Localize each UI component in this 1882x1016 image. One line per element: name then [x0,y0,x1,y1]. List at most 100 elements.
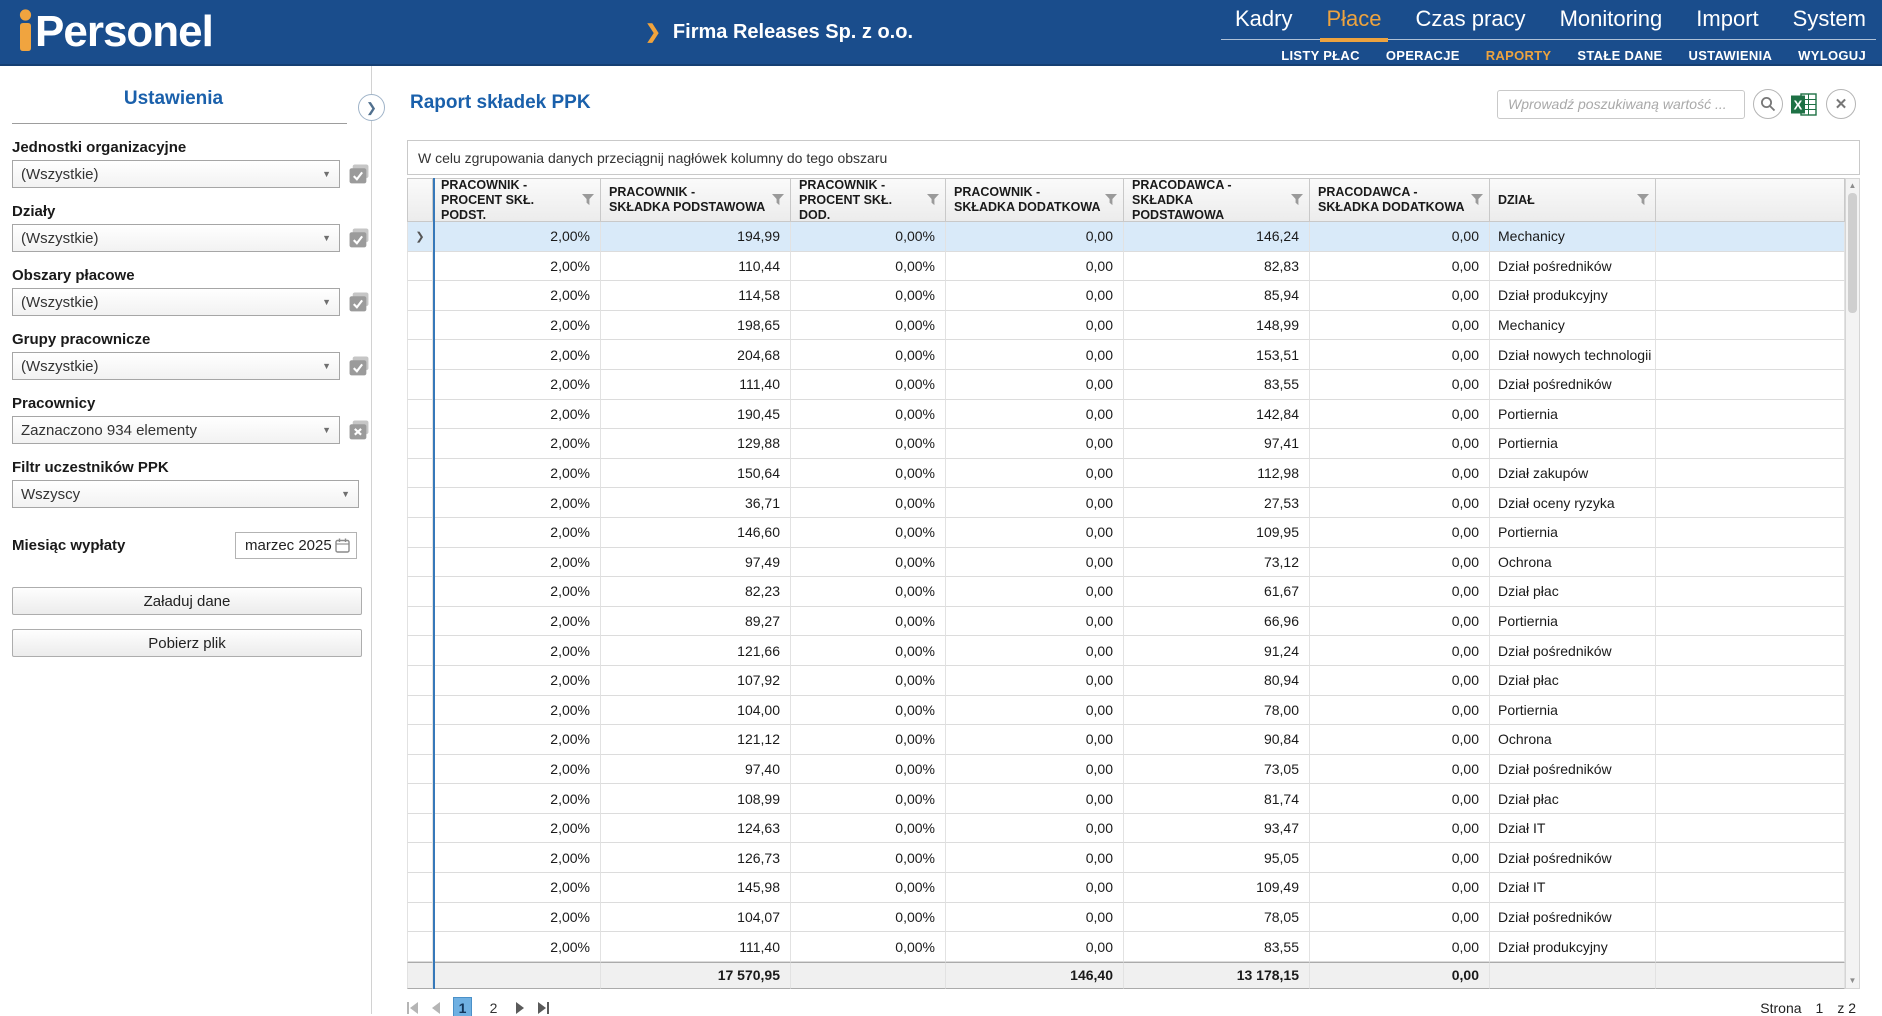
table-row[interactable]: 2,00%124,630,00%0,0093,470,00Dział IT [407,814,1845,844]
table-cell: 0,00% [791,814,946,844]
table-cell: 0,00% [791,518,946,548]
subnav-item[interactable]: OPERACJE [1386,48,1460,63]
filter-dropdown[interactable]: (Wszystkie) ▼ [12,288,340,316]
scroll-up-icon[interactable]: ▲ [1849,181,1857,191]
last-page-button[interactable] [537,1002,549,1014]
table-row[interactable]: 2,00%145,980,00%0,00109,490,00Dział IT [407,873,1845,903]
table-row[interactable]: 2,00%36,710,00%0,0027,530,00Dział oceny … [407,488,1845,518]
filter-icon[interactable] [1637,194,1649,206]
filter-icon[interactable] [1471,194,1483,206]
nav-item[interactable]: Monitoring [1560,6,1663,32]
table-cell: 90,84 [1124,725,1310,755]
subnav-item[interactable]: RAPORTY [1486,48,1552,63]
table-row[interactable]: 2,00%114,580,00%0,0085,940,00Dział produ… [407,281,1845,311]
summary-cell [433,962,601,989]
table-row[interactable]: 2,00%146,600,00%0,00109,950,00Portiernia [407,518,1845,548]
column-header[interactable]: PRACOWNIK -SKŁADKA PODSTAWOWA [601,178,791,222]
calendar-icon[interactable] [335,538,350,553]
table-row[interactable]: 2,00%82,230,00%0,0061,670,00Dział płac [407,577,1845,607]
nav-item[interactable]: Kadry [1235,6,1292,32]
table-row[interactable]: 2,00%121,120,00%0,0090,840,00Ochrona [407,725,1845,755]
filter-icon[interactable] [1291,194,1303,206]
filler-cell [1656,429,1845,459]
page-status-current: 1 [1816,1000,1824,1016]
table-cell: 0,00% [791,636,946,666]
nav-item[interactable]: Płace [1326,6,1381,32]
column-header[interactable]: PRACODAWCA -SKŁADKA PODSTAWOWA [1124,178,1310,222]
table-cell: 0,00% [791,932,946,962]
nav-item[interactable]: System [1793,6,1866,32]
subnav-item[interactable]: LISTY PŁAC [1281,48,1360,63]
table-row[interactable]: 2,00%204,680,00%0,00153,510,00Dział nowy… [407,340,1845,370]
subnav-item[interactable]: WYLOGUJ [1798,48,1866,63]
table-row[interactable]: 2,00%111,400,00%0,0083,550,00Dział produ… [407,932,1845,962]
table-row[interactable]: 2,00%150,640,00%0,00112,980,00Dział zaku… [407,459,1845,489]
table-row[interactable]: 2,00%126,730,00%0,0095,050,00Dział pośre… [407,843,1845,873]
group-by-panel[interactable]: W celu zgrupowania danych przeciągnij na… [407,140,1860,175]
filter-icon[interactable] [772,194,784,206]
table-row[interactable]: 2,00%110,440,00%0,0082,830,00Dział pośre… [407,252,1845,282]
table-row[interactable]: 2,00%190,450,00%0,00142,840,00Portiernia [407,400,1845,430]
subnav-item[interactable]: STAŁE DANE [1577,48,1662,63]
table-row[interactable]: 2,00%107,920,00%0,0080,940,00Dział płac [407,666,1845,696]
filter-icon[interactable] [1105,194,1117,206]
search-button[interactable] [1753,89,1783,119]
filter-dropdown[interactable]: (Wszystkie) ▼ [12,160,340,188]
column-header[interactable]: PRACOWNIK -PROCENT SKŁ. DOD. [791,178,946,222]
filter-icon[interactable] [582,194,594,206]
search-input[interactable] [1497,90,1745,119]
svg-text:X: X [1794,97,1803,112]
multi-select-clear-icon[interactable] [347,420,371,441]
table-row[interactable]: 2,00%97,490,00%0,0073,120,00Ochrona [407,548,1845,578]
table-row[interactable]: 2,00%104,070,00%0,0078,050,00Dział pośre… [407,903,1845,933]
next-page-button[interactable] [515,1002,525,1014]
row-indicator-cell [407,636,433,666]
table-row[interactable]: 2,00%108,990,00%0,0081,740,00Dział płac [407,784,1845,814]
table-row[interactable]: 2,00%198,650,00%0,00148,990,00Mechanicy [407,311,1845,341]
table-row[interactable]: 2,00%97,400,00%0,0073,050,00Dział pośred… [407,755,1845,785]
column-header[interactable]: PRACOWNIK -PROCENT SKŁ. PODST. [433,178,601,222]
multi-select-check-icon[interactable] [347,164,371,185]
filter-dropdown[interactable]: (Wszystkie) ▼ [12,352,340,380]
row-indicator-cell [407,814,433,844]
first-page-button[interactable] [407,1002,419,1014]
multi-select-check-icon[interactable] [347,292,371,313]
nav-item[interactable]: Import [1696,6,1758,32]
load-data-button[interactable]: Załaduj dane [12,587,362,615]
table-row[interactable]: 2,00%129,880,00%0,0097,410,00Portiernia [407,429,1845,459]
scrollbar-thumb[interactable] [1848,193,1857,313]
table-row[interactable]: ❯2,00%194,990,00%0,00146,240,00Mechanicy [407,222,1845,252]
filter-dropdown[interactable]: (Wszystkie) ▼ [12,224,340,252]
payout-month-input[interactable]: marzec 2025 [235,532,357,559]
sidebar-collapse-button[interactable]: ❯ [358,94,385,121]
table-row[interactable]: 2,00%111,400,00%0,0083,550,00Dział pośre… [407,370,1845,400]
table-row[interactable]: 2,00%104,000,00%0,0078,000,00Portiernia [407,696,1845,726]
table-cell: 93,47 [1124,814,1310,844]
table-cell: 73,12 [1124,548,1310,578]
app-logo[interactable]: Personel [18,8,213,56]
table-cell: 2,00% [433,577,601,607]
column-header[interactable]: PRACOWNIK -SKŁADKA DODATKOWA [946,178,1124,222]
export-excel-button[interactable]: X [1791,92,1818,117]
table-cell: 0,00% [791,696,946,726]
column-header[interactable]: DZIAŁ [1490,178,1656,222]
clear-search-button[interactable]: ✕ [1826,89,1856,119]
table-row[interactable]: 2,00%89,270,00%0,0066,960,00Portiernia [407,607,1845,637]
nav-item[interactable]: Czas pracy [1416,6,1526,32]
table-row[interactable]: 2,00%121,660,00%0,0091,240,00Dział pośre… [407,636,1845,666]
download-file-button[interactable]: Pobierz plik [12,629,362,657]
page-number-button[interactable]: 1 [453,997,472,1016]
multi-select-check-icon[interactable] [347,228,371,249]
filter-dropdown[interactable]: Zaznaczono 934 elementy ▼ [12,416,340,444]
filter-icon[interactable] [927,194,939,206]
subnav-item[interactable]: USTAWIENIA [1689,48,1773,63]
grid-scrollbar[interactable]: ▲ ▼ [1845,178,1860,989]
filter-dropdown[interactable]: Wszyscy ▼ [12,480,359,508]
table-cell: 110,44 [601,252,791,282]
table-cell: 82,23 [601,577,791,607]
multi-select-check-icon[interactable] [347,356,371,377]
column-header[interactable]: PRACODAWCA -SKŁADKA DODATKOWA [1310,178,1490,222]
prev-page-button[interactable] [431,1002,441,1014]
scroll-down-icon[interactable]: ▼ [1849,976,1857,986]
page-number-button[interactable]: 2 [484,997,503,1016]
